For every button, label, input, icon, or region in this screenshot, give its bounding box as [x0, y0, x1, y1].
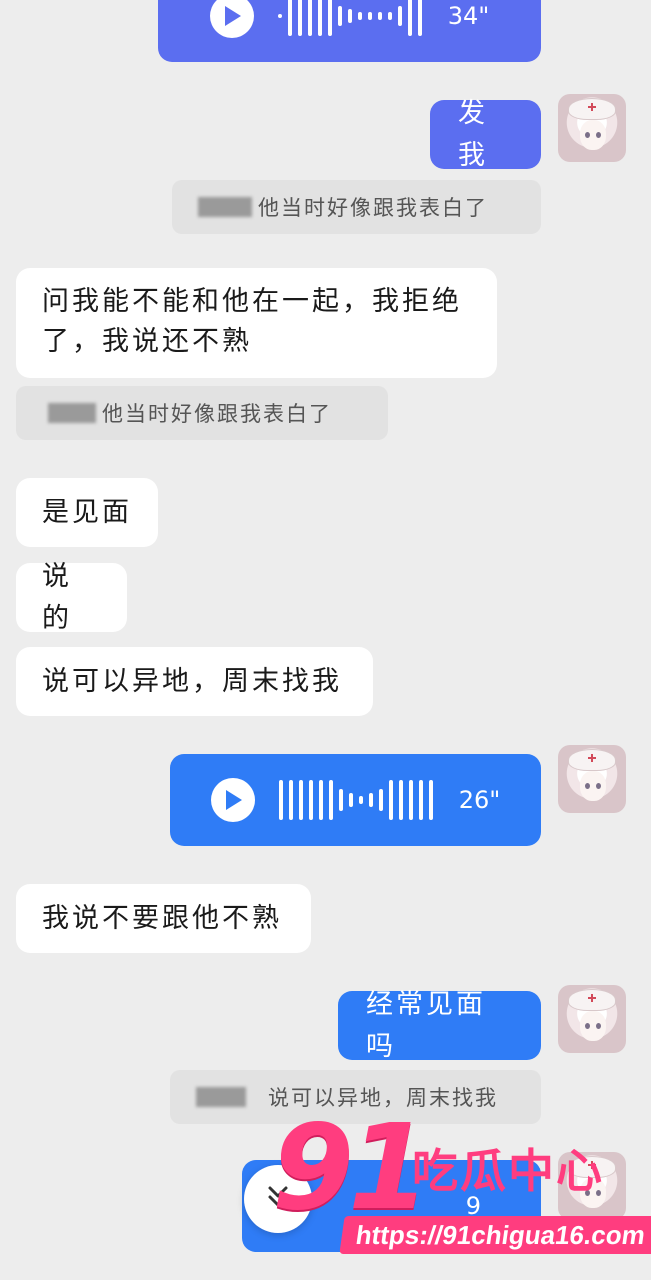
- message-text: 我说不要跟他不熟: [42, 902, 282, 934]
- waveform-bar: [297, 0, 302, 36]
- waveform-bar: [288, 780, 293, 820]
- voice-message-26s[interactable]: 26": [170, 754, 541, 846]
- waveform-bar: [408, 780, 413, 820]
- message-bubble-incoming[interactable]: 说可以异地，周末找我: [16, 647, 373, 716]
- quote-text: 他当时好像跟我表白了: [102, 402, 332, 426]
- waveform-bar: [348, 793, 353, 807]
- watermark-number: 91: [272, 1098, 430, 1236]
- chat-view: 34" 发我 他当时好像跟我表白了 问我能不能和他在一起，我拒绝 了，我说还不熟…: [0, 0, 651, 1280]
- waveform-bar: [337, 6, 342, 26]
- message-text: 说可以异地，周末找我: [42, 665, 342, 697]
- waveform-bar: [358, 796, 363, 804]
- waveform-bar: [417, 0, 422, 36]
- waveform-bar: [318, 780, 323, 820]
- waveform-bar: [397, 6, 402, 26]
- voice-duration: 34": [447, 2, 490, 30]
- waveform-bar: [277, 14, 282, 18]
- waveform-bar: [357, 12, 362, 20]
- quoted-reply[interactable]: 他当时好像跟我表白了: [16, 386, 388, 440]
- waveform-bar: [307, 0, 312, 36]
- watermark-text: 吃瓜中心: [412, 1144, 604, 1198]
- message-bubble-incoming[interactable]: 问我能不能和他在一起，我拒绝 了，我说还不熟: [16, 268, 497, 378]
- play-icon[interactable]: [210, 778, 255, 822]
- waveform-bar: [398, 780, 403, 820]
- waveform: [278, 780, 433, 820]
- voice-message-34s[interactable]: 34": [158, 0, 541, 62]
- waveform-bar: [377, 12, 382, 20]
- play-icon[interactable]: [209, 0, 254, 38]
- waveform-bar: [378, 789, 383, 811]
- waveform-bar: [418, 780, 423, 820]
- message-bubble-incoming[interactable]: 我说不要跟他不熟: [16, 884, 311, 953]
- waveform-bar: [387, 12, 392, 20]
- voice-duration: 26": [458, 786, 501, 814]
- blurred-name: [48, 403, 96, 423]
- message-bubble-incoming[interactable]: 是见面: [16, 478, 158, 547]
- waveform-bar: [347, 9, 352, 23]
- message-bubble-outgoing[interactable]: 经常见面吗: [338, 989, 541, 1062]
- message-bubble-outgoing[interactable]: 发我: [430, 98, 541, 171]
- waveform-bar: [338, 789, 343, 811]
- message-text: 经常见面吗: [366, 988, 486, 1062]
- quoted-reply[interactable]: 他当时好像跟我表白了: [172, 180, 541, 234]
- waveform-bar: [368, 793, 373, 807]
- avatar[interactable]: [558, 985, 626, 1053]
- blurred-name: [198, 197, 252, 217]
- waveform-bar: [367, 12, 372, 20]
- message-bubble-incoming[interactable]: 说的: [16, 561, 127, 634]
- watermark-url: https://91chigua16.com: [339, 1216, 651, 1254]
- waveform-bar: [308, 780, 313, 820]
- waveform-bar: [328, 780, 333, 820]
- message-text: 是见面: [42, 496, 132, 528]
- waveform-bar: [388, 780, 393, 820]
- message-text: 说的: [42, 560, 72, 634]
- blurred-name: [196, 1087, 246, 1107]
- message-text: 问我能不能和他在一起，我拒绝 了，我说还不熟: [42, 286, 462, 357]
- waveform-bar: [317, 0, 322, 36]
- avatar[interactable]: [558, 94, 626, 162]
- waveform: [277, 0, 422, 36]
- waveform-bar: [298, 780, 303, 820]
- waveform-bar: [278, 780, 283, 820]
- message-text: 发我: [458, 97, 488, 171]
- avatar[interactable]: [558, 745, 626, 813]
- waveform-bar: [327, 0, 332, 36]
- waveform-bar: [428, 780, 433, 820]
- waveform-bar: [287, 0, 292, 36]
- waveform-bar: [407, 0, 412, 36]
- quote-text: 他当时好像跟我表白了: [258, 196, 488, 220]
